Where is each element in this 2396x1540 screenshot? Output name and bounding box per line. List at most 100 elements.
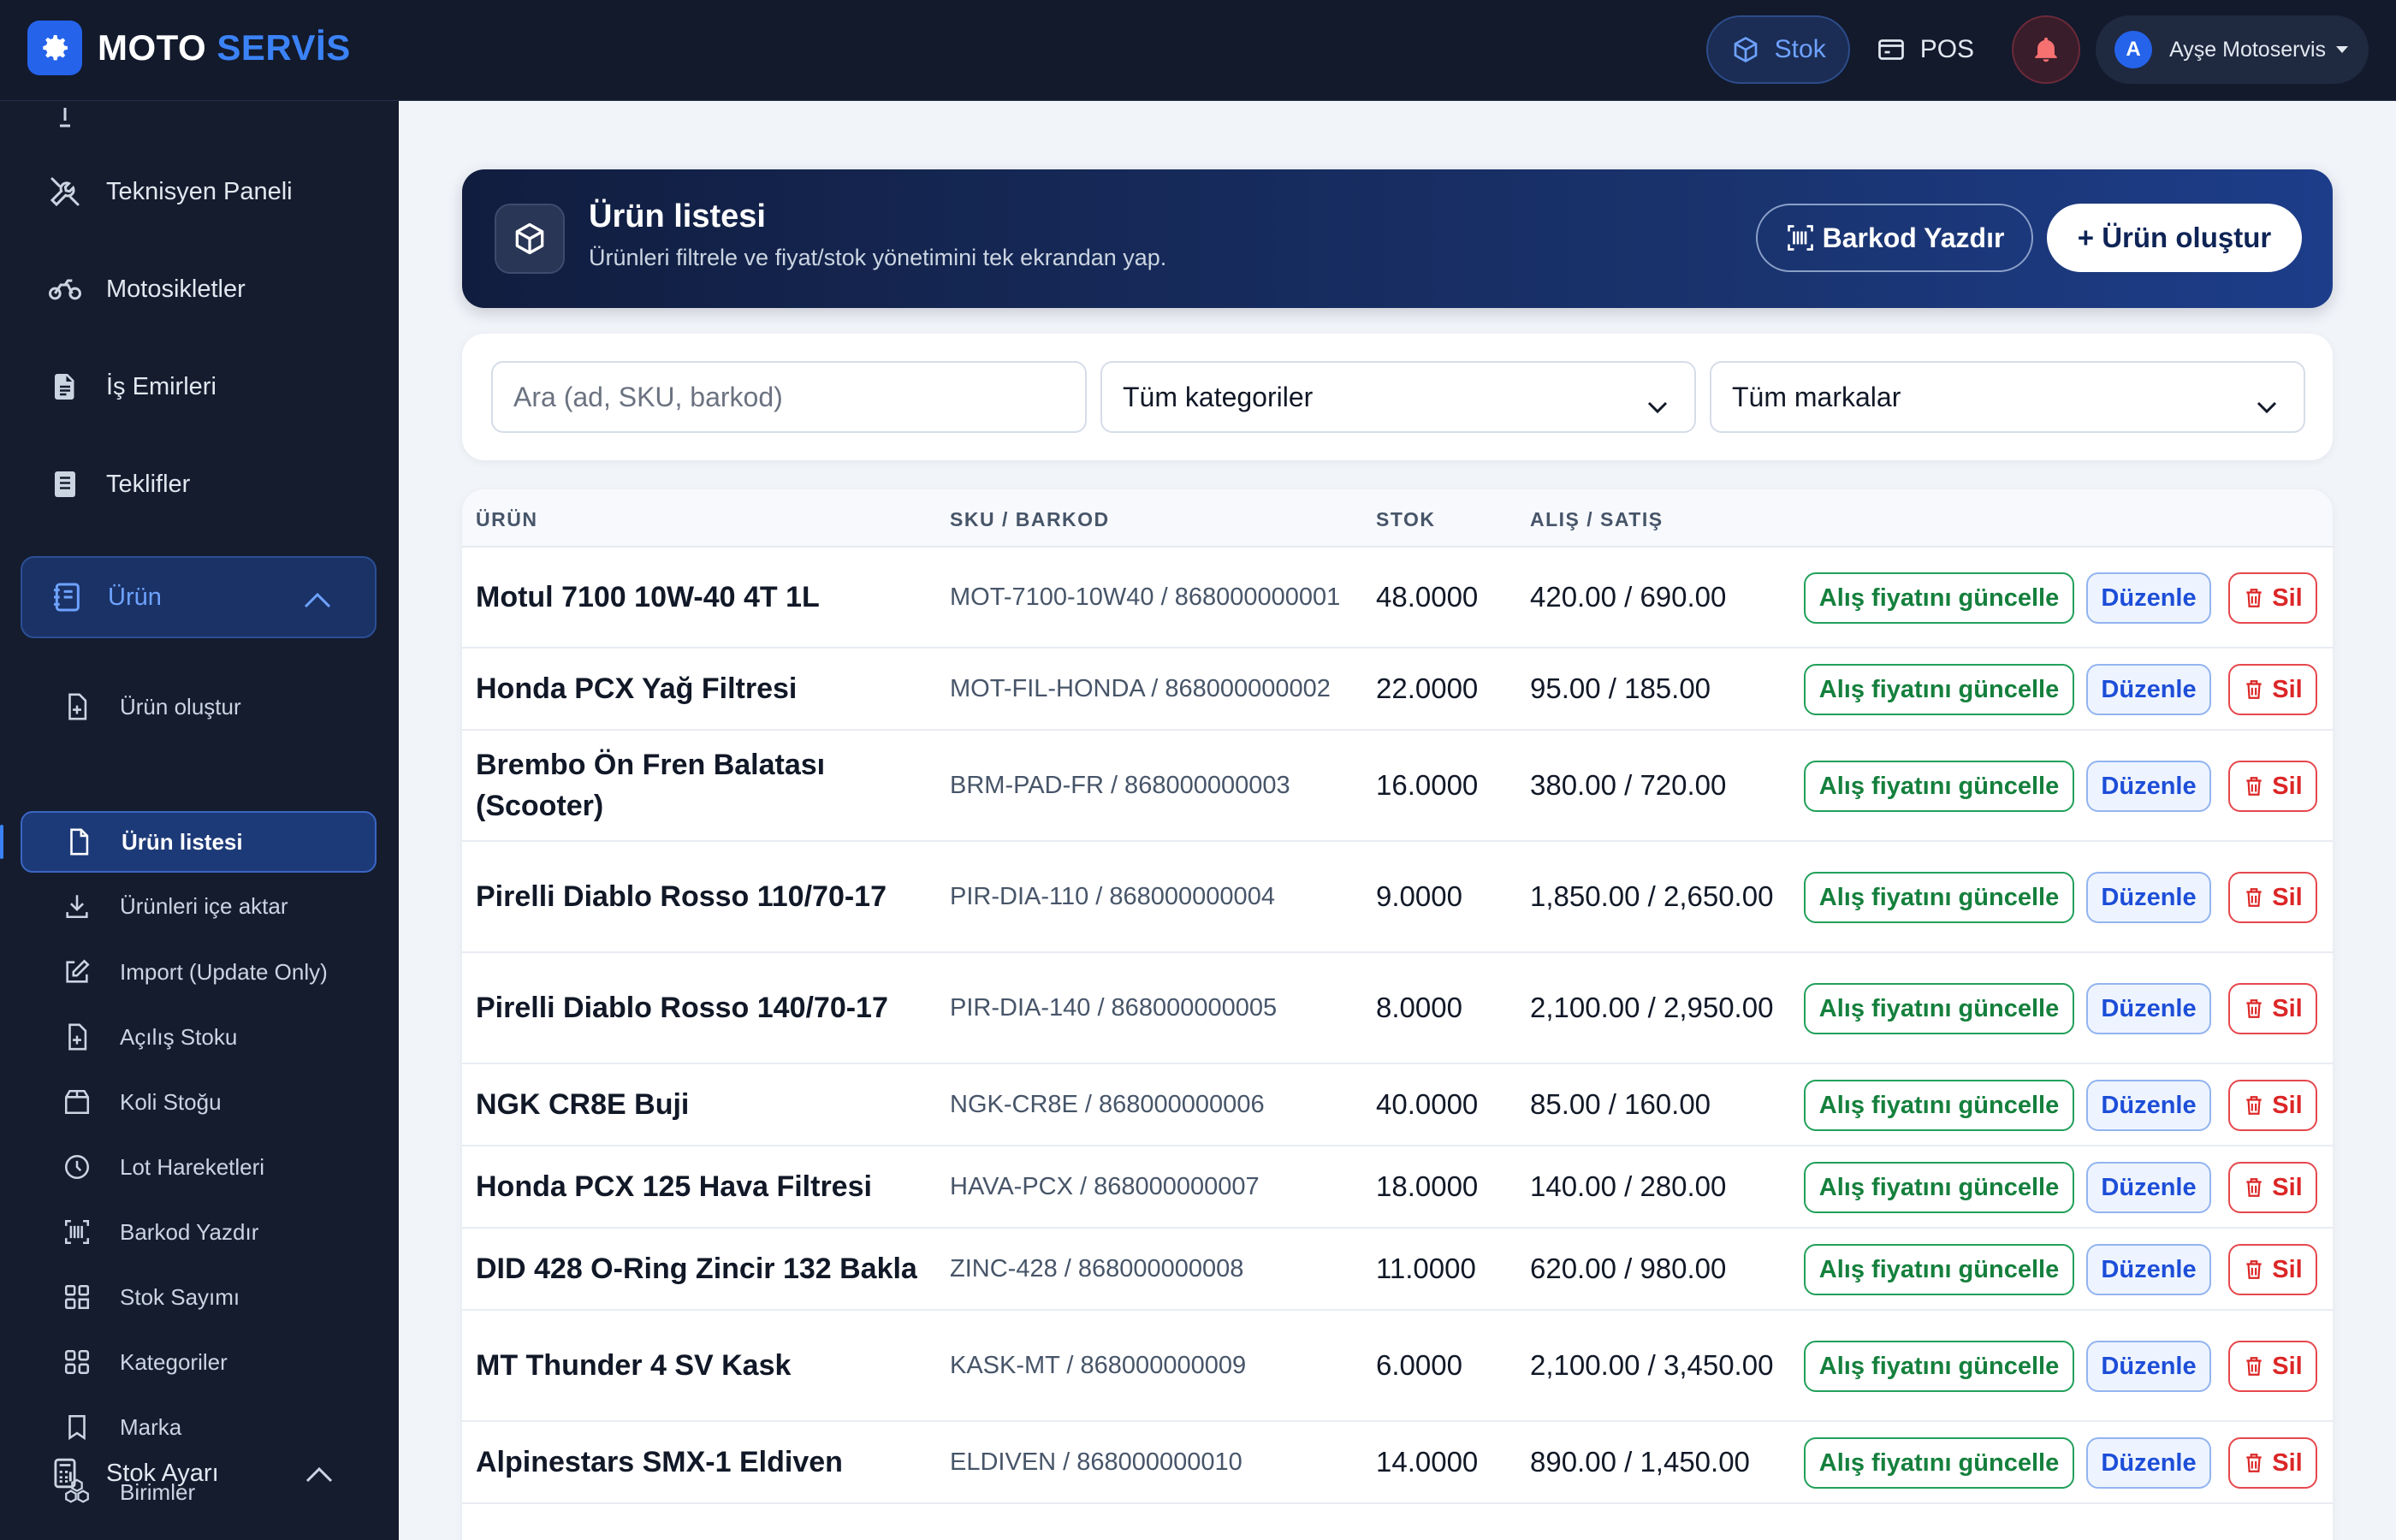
trash-icon: [2243, 886, 2272, 909]
sidebar-group-stok-ayari[interactable]: Stok Ayarı: [21, 1432, 377, 1514]
sidebar-item-teknisyen-paneli[interactable]: Teknisyen Paneli: [21, 151, 377, 233]
brand-logo[interactable]: MOTO SERVİS: [27, 21, 351, 75]
table-row: Brembo Ön Fren Balatası (Scooter) BRM-PAD…: [462, 731, 2333, 842]
trash-icon: [2243, 1354, 2272, 1378]
filter-card: Tüm kategoriler Tüm markalar: [462, 334, 2333, 460]
delete-button[interactable]: Sil: [2228, 1162, 2317, 1213]
sidebar-item-teklifler[interactable]: Teklifler: [21, 443, 377, 525]
active-indicator: [0, 825, 3, 859]
sidebar-subitem-label: Stok Sayımı: [120, 1283, 240, 1310]
product-stock: 22.0000: [1376, 672, 1479, 704]
user-menu[interactable]: A Ayşe Motoservis: [2096, 15, 2369, 84]
stok-label: Stok: [1774, 35, 1826, 63]
update-buy-price-label: Alış fiyatını güncelle: [1818, 1173, 2060, 1201]
product-stock: 18.0000: [1376, 1170, 1479, 1202]
update-buy-price-button[interactable]: Alış fiyatını güncelle: [1804, 664, 2074, 715]
sidebar-subitem-label: Açılış Stoku: [120, 1023, 238, 1050]
delete-button[interactable]: Sil: [2228, 1244, 2317, 1295]
delete-button[interactable]: Sil: [2228, 1341, 2317, 1392]
delete-label: Sil: [2272, 1173, 2303, 1201]
sidebar-subitem-urun-listesi[interactable]: Ürün listesi: [21, 811, 377, 873]
column-header-product[interactable]: ÜRÜN: [476, 508, 537, 531]
sidebar-group-urun[interactable]: Ürün: [21, 556, 377, 638]
sidebar-subitem-lot-hareketleri[interactable]: Lot Hareketleri: [21, 1136, 377, 1198]
update-buy-price-button[interactable]: Alış fiyatını güncelle: [1804, 761, 2074, 812]
sidebar-subitem-label: Lot Hareketleri: [120, 1153, 265, 1180]
update-buy-price-button[interactable]: Alış fiyatını güncelle: [1804, 983, 2074, 1034]
update-buy-price-button[interactable]: Alış fiyatını güncelle: [1804, 872, 2074, 923]
category-select[interactable]: Tüm kategoriler: [1100, 361, 1696, 433]
update-buy-price-label: Alış fiyatını güncelle: [1818, 772, 2060, 800]
product-name: Honda PCX 125 Hava Filtresi: [476, 1170, 872, 1203]
update-buy-price-button[interactable]: Alış fiyatını güncelle: [1804, 1341, 2074, 1392]
product-price: 620.00 / 980.00: [1530, 1253, 1727, 1284]
sidebar-group-label: Stok Ayarı: [106, 1459, 219, 1487]
delete-button[interactable]: Sil: [2228, 572, 2317, 624]
delete-button[interactable]: Sil: [2228, 1437, 2317, 1489]
update-buy-price-button[interactable]: Alış fiyatını güncelle: [1804, 1080, 2074, 1131]
sidebar-subitem-urunleri-ice-aktar[interactable]: Ürünleri içe aktar: [21, 875, 377, 937]
edit-button[interactable]: Düzenle: [2086, 1244, 2211, 1295]
barcode-icon: [1785, 222, 1816, 253]
create-product-button[interactable]: + Ürün oluştur: [2047, 204, 2302, 272]
update-buy-price-button[interactable]: Alış fiyatını güncelle: [1804, 1437, 2074, 1489]
edit-button[interactable]: Düzenle: [2086, 1080, 2211, 1131]
edit-button[interactable]: Düzenle: [2086, 761, 2211, 812]
product-stock: 48.0000: [1376, 581, 1479, 613]
sidebar-subitem-barkod-yazdir[interactable]: Barkod Yazdır: [21, 1201, 377, 1263]
product-price: 85.00 / 160.00: [1530, 1088, 1711, 1120]
edit-button[interactable]: Düzenle: [2086, 1162, 2211, 1213]
sidebar-subitem-stok-sayimi[interactable]: Stok Sayımı: [21, 1266, 377, 1328]
sidebar-subitem-label: Ürün listesi: [122, 828, 243, 855]
chevron-down-icon: [2256, 390, 2278, 422]
column-header-sku[interactable]: SKU / BARKOD: [950, 508, 1110, 531]
notification-bell-button[interactable]: [2012, 15, 2081, 84]
edit-button[interactable]: Düzenle: [2086, 1341, 2211, 1392]
chevron-up-icon: [303, 589, 332, 617]
update-buy-price-button[interactable]: Alış fiyatını güncelle: [1804, 572, 2074, 624]
sidebar-subitem-kategoriler[interactable]: Kategoriler: [21, 1331, 377, 1393]
print-barcode-button[interactable]: Barkod Yazdır: [1756, 204, 2033, 272]
delete-button[interactable]: Sil: [2228, 983, 2317, 1034]
table-row: Pirelli Diablo Rosso 140/70-17 PIR-DIA-14…: [462, 953, 2333, 1064]
update-buy-price-label: Alış fiyatını güncelle: [1818, 583, 2060, 612]
delete-label: Sil: [2272, 1352, 2303, 1380]
product-name: Brembo Ön Fren Balatası (Scooter): [476, 749, 826, 822]
search-input[interactable]: [491, 361, 1087, 433]
trash-icon: [2243, 1093, 2272, 1117]
delete-label: Sil: [2272, 883, 2303, 911]
edit-button[interactable]: Düzenle: [2086, 983, 2211, 1034]
document-icon: [46, 368, 84, 406]
edit-button[interactable]: Düzenle: [2086, 664, 2211, 715]
sidebar-item-motosikletler[interactable]: Motosikletler: [21, 248, 377, 330]
tools-icon: [46, 173, 84, 210]
delete-button[interactable]: Sil: [2228, 664, 2317, 715]
edit-button[interactable]: Düzenle: [2086, 872, 2211, 923]
sidebar-subitem-urun-olustur[interactable]: Ürün oluştur: [21, 676, 377, 737]
sidebar-subitem-import-update-only[interactable]: Import (Update Only): [21, 941, 377, 1003]
chevron-up-icon: [305, 1463, 334, 1491]
sidebar-subitem-label: Kategoriler: [120, 1348, 228, 1375]
sidebar-subitem-acilis-stoku[interactable]: Açılış Stoku: [21, 1006, 377, 1068]
product-price: 420.00 / 690.00: [1530, 581, 1727, 613]
edit-button[interactable]: Düzenle: [2086, 572, 2211, 624]
pos-button[interactable]: POS: [1853, 15, 1996, 84]
motorcycle-icon: [46, 270, 84, 308]
caret-down-icon: [2336, 46, 2348, 53]
brand-select[interactable]: Tüm markalar: [1710, 361, 2305, 433]
column-header-stock[interactable]: STOK: [1376, 508, 1435, 531]
product-name: DID 428 O-Ring Zincir 132 Bakla: [476, 1253, 917, 1285]
stok-button[interactable]: Stok: [1705, 15, 1850, 84]
file-text-icon: [46, 465, 84, 503]
column-header-price[interactable]: ALIŞ / SATIŞ: [1530, 508, 1664, 531]
delete-button[interactable]: Sil: [2228, 872, 2317, 923]
delete-label: Sil: [2272, 675, 2303, 703]
edit-button[interactable]: Düzenle: [2086, 1437, 2211, 1489]
sidebar-item-is-emirleri[interactable]: İş Emirleri: [21, 346, 377, 428]
sidebar-subitem-koli-stogu[interactable]: Koli Stoğu: [21, 1071, 377, 1133]
delete-button[interactable]: Sil: [2228, 1080, 2317, 1131]
update-buy-price-button[interactable]: Alış fiyatını güncelle: [1804, 1244, 2074, 1295]
delete-button[interactable]: Sil: [2228, 761, 2317, 812]
update-buy-price-button[interactable]: Alış fiyatını güncelle: [1804, 1162, 2074, 1213]
user-name: Ayşe Motoservis: [2169, 37, 2326, 62]
